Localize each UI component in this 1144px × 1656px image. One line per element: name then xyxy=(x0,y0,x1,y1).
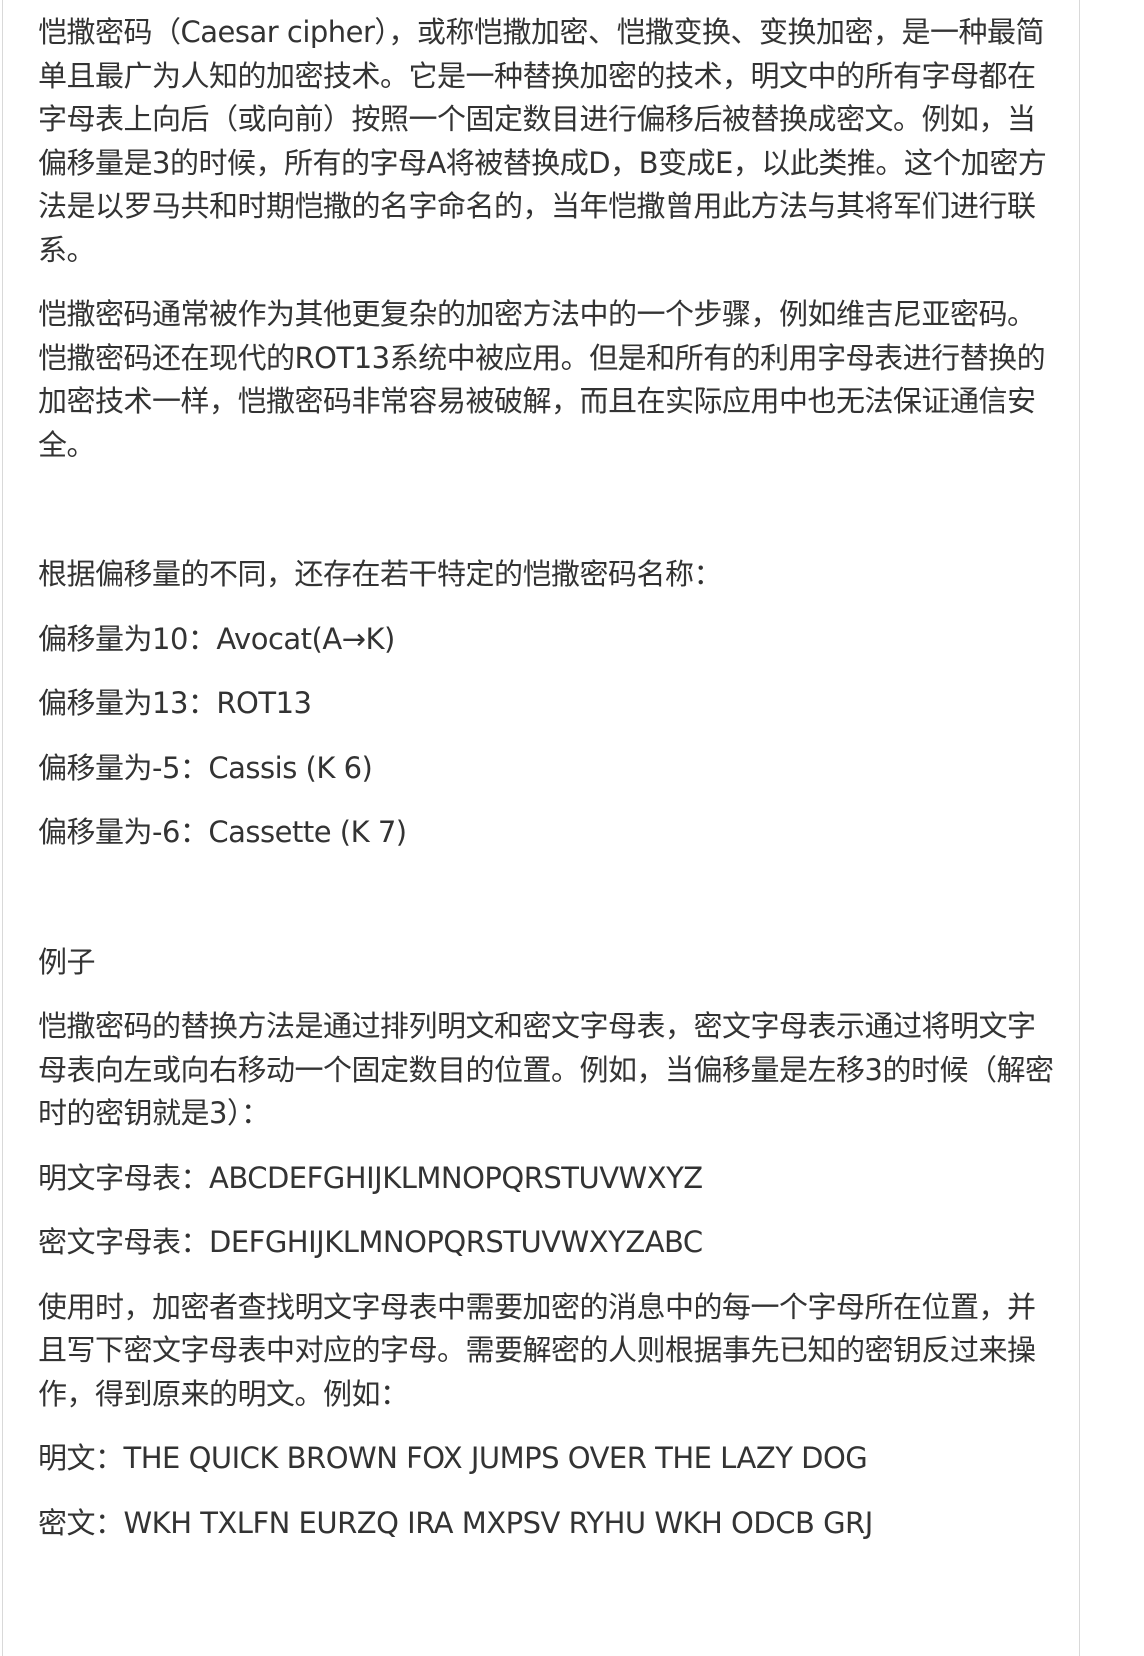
article-content: 恺撒密码（Caesar cipher），或称恺撒加密、恺撒变换、变换加密，是一种… xyxy=(38,11,1058,1566)
ciphertext-example: 密文：WKH TXLFN EURZQ IRA MXPSV RYHU WKH OD… xyxy=(38,1505,873,1540)
variants-heading: 根据偏移量的不同，还存在若干特定的恺撒密码名称： xyxy=(38,557,723,591)
variant-item: 偏移量为13：ROT13 xyxy=(38,686,312,720)
example-paragraph-1: 恺撒密码的替换方法是通过排列明文和密文字母表，密文字母表示通过将明文字母表向左或… xyxy=(38,1009,1054,1130)
variant-item: 偏移量为-6：Cassette (K 7) xyxy=(38,815,407,849)
example-paragraph-2: 使用时，加密者查找明文字母表中需要加密的消息中的每一个字母所在位置，并且写下密文… xyxy=(38,1289,1036,1411)
plaintext-example: 明文：THE QUICK BROWN FOX JUMPS OVER THE LA… xyxy=(38,1441,868,1475)
plain-alphabet: 明文字母表：ABCDEFGHIJKLMNOPQRSTUVWXYZ xyxy=(38,1160,703,1195)
example-heading: 例子 xyxy=(38,944,96,979)
intro-paragraph-1: 恺撒密码（Caesar cipher），或称恺撒加密、恺撒变换、变换加密，是一种… xyxy=(38,15,1047,267)
variant-item: 偏移量为10：Avocat(A→K) xyxy=(38,621,395,656)
cipher-alphabet: 密文字母表：DEFGHIJKLMNOPQRSTUVWXYZABC xyxy=(38,1225,703,1259)
variant-item: 偏移量为-5：Cassis (K 6) xyxy=(38,750,373,785)
intro-paragraph-2: 恺撒密码通常被作为其他更复杂的加密方法中的一个步骤，例如维吉尼亚密码。恺撒密码还… xyxy=(38,297,1046,462)
